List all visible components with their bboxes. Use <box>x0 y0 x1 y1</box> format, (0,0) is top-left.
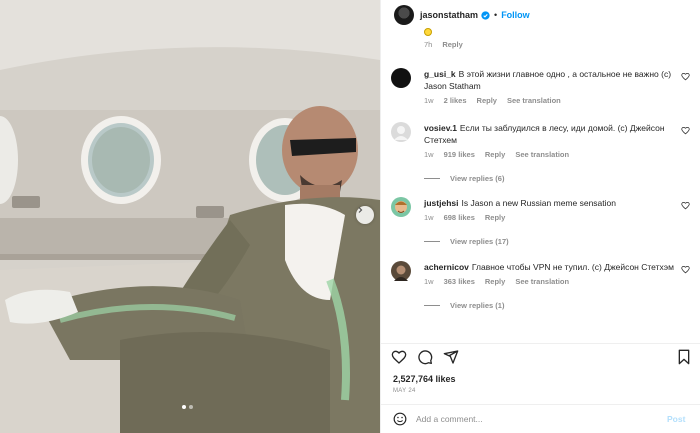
verified-badge-icon <box>481 10 490 20</box>
view-replies-button[interactable]: View replies (1) <box>424 301 676 310</box>
comment-body: В этой жизни главное одно , а остальное … <box>424 69 672 91</box>
heart-icon[interactable] <box>391 349 407 365</box>
author-username[interactable]: jasonstatham <box>420 10 478 20</box>
comment-likes[interactable]: 363 likes <box>444 277 475 286</box>
comment-icon[interactable] <box>417 349 433 365</box>
commenter-avatar[interactable] <box>391 122 411 142</box>
post-panel: jasonstatham • Follow 7h Reply g_usi_k В … <box>380 0 700 433</box>
bookmark-icon[interactable] <box>677 349 691 365</box>
comment-text: g_usi_k В этой жизни главное одно , а ост… <box>424 68 676 92</box>
partial-reply: 7h Reply <box>424 28 463 49</box>
chevron-right-icon <box>358 207 363 213</box>
comment-body: Если ты заблудился в лесу, иди домой. (с… <box>424 123 665 145</box>
reply-button[interactable]: Reply <box>485 277 505 286</box>
comment-time: 7h <box>424 40 433 49</box>
post-header: jasonstatham • Follow <box>381 0 700 30</box>
comments-list[interactable]: 7h Reply g_usi_k В этой жизни главное одн… <box>381 28 700 340</box>
commenter-username[interactable]: justjehsi <box>424 198 458 208</box>
carousel-dots <box>182 405 193 409</box>
reply-button[interactable]: Reply <box>485 213 505 222</box>
add-comment-bar: Post <box>381 404 700 433</box>
post-comment-button[interactable]: Post <box>667 414 685 424</box>
comment-likes[interactable]: 698 likes <box>444 213 475 222</box>
carousel-next-button[interactable] <box>356 206 374 224</box>
replies-line <box>424 178 440 179</box>
author-avatar[interactable] <box>394 5 414 25</box>
see-translation-button[interactable]: See translation <box>507 96 561 105</box>
view-replies-label: View replies (6) <box>450 174 505 183</box>
comment-likes[interactable]: 919 likes <box>444 150 475 159</box>
follow-button[interactable]: Follow <box>501 10 530 20</box>
comment-time: 1w <box>424 277 434 286</box>
view-replies-label: View replies (17) <box>450 237 509 246</box>
carousel-dot-active <box>182 405 186 409</box>
commenter-username[interactable]: vosiev.1 <box>424 123 457 133</box>
comment-input[interactable] <box>416 414 661 424</box>
post-date: MAY 24 <box>393 388 416 394</box>
comment-time: 1w <box>424 150 434 159</box>
photo-illustration <box>0 0 380 433</box>
view-replies-label: View replies (1) <box>450 301 505 310</box>
commenter-username[interactable]: g_usi_k <box>424 69 456 79</box>
comment-text: achernicov Главное чтобы VPN не тупил. (с… <box>424 261 676 273</box>
reply-button[interactable]: Reply <box>485 150 505 159</box>
reply-button[interactable]: Reply <box>442 40 462 49</box>
comment-time: 1w <box>424 213 434 222</box>
comment-text: justjehsi Is Jason a new Russian meme sen… <box>424 197 676 209</box>
share-icon[interactable] <box>443 349 459 365</box>
commenter-avatar[interactable] <box>391 261 411 281</box>
heart-icon[interactable] <box>681 201 690 210</box>
commenter-username[interactable]: achernicov <box>424 262 469 272</box>
comment-body: Is Jason a new Russian meme sensation <box>461 198 616 208</box>
replies-line <box>424 305 440 306</box>
reply-button[interactable]: Reply <box>477 96 497 105</box>
commenter-avatar[interactable] <box>391 68 411 88</box>
carousel-dot <box>189 405 193 409</box>
view-replies-button[interactable]: View replies (17) <box>424 237 676 246</box>
comment-likes[interactable]: 2 likes <box>444 96 467 105</box>
cartoon-avatar-icon <box>395 201 407 213</box>
comment-text: vosiev.1 Если ты заблудился в лесу, иди д… <box>424 122 676 146</box>
comment-body: Главное чтобы VPN не тупил. (с) Джейсон … <box>471 262 674 272</box>
replies-line <box>424 241 440 242</box>
post-photo[interactable] <box>0 0 380 433</box>
post-actions <box>381 343 700 367</box>
emoji-icon <box>424 28 432 36</box>
heart-icon[interactable] <box>681 265 690 274</box>
default-avatar-icon <box>394 126 408 140</box>
heart-icon[interactable] <box>681 126 690 135</box>
header-separator: • <box>494 10 498 20</box>
see-translation-button[interactable]: See translation <box>515 150 569 159</box>
like-count[interactable]: 2,527,764 likes <box>393 374 456 384</box>
see-translation-button[interactable]: See translation <box>515 277 569 286</box>
view-replies-button[interactable]: View replies (6) <box>424 174 676 183</box>
commenter-avatar[interactable] <box>391 197 411 217</box>
heart-icon[interactable] <box>681 72 690 81</box>
comment-time: 1w <box>424 96 434 105</box>
photo-avatar-icon <box>394 265 408 281</box>
emoji-icon[interactable] <box>393 412 407 426</box>
